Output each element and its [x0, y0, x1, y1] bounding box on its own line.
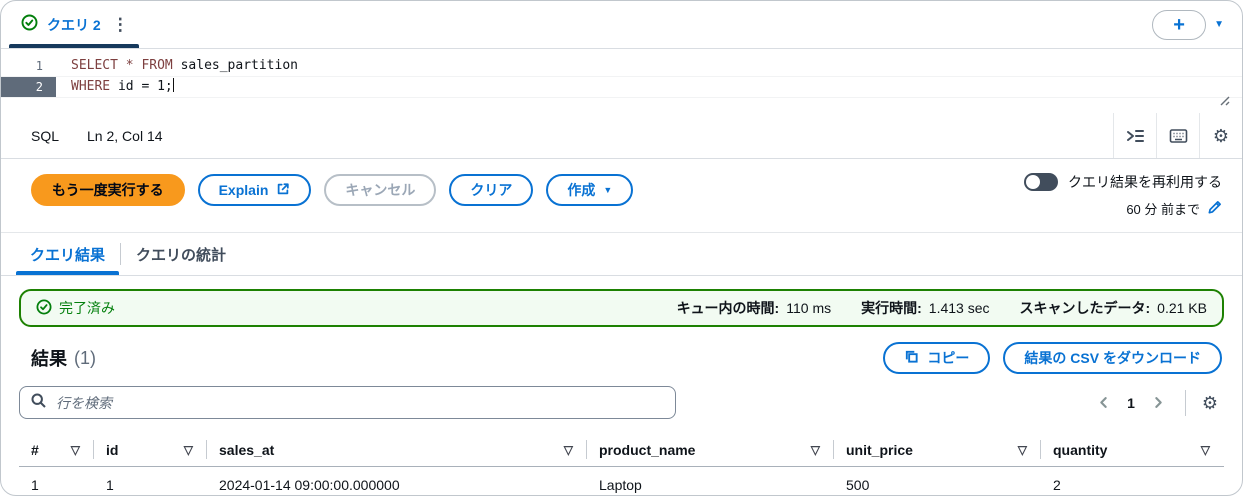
editor-line-1[interactable]: 1 SELECT * FROM sales_partition	[1, 56, 1242, 77]
tab-query-results[interactable]: クエリ結果	[15, 233, 120, 275]
editor-status-bar: SQL Ln 2, Col 14 ⚙	[1, 113, 1242, 159]
copy-icon	[904, 349, 919, 367]
success-check-icon	[36, 299, 52, 318]
cell-quantity: 2	[1053, 477, 1061, 493]
column-header-product-name: product_name ▽	[587, 433, 834, 466]
search-box	[19, 386, 676, 419]
status-bar-info: SQL Ln 2, Col 14	[1, 113, 163, 158]
download-csv-button[interactable]: 結果の CSV をダウンロード	[1003, 342, 1222, 374]
clear-button[interactable]: クリア	[449, 174, 534, 206]
reuse-duration-label: 60 分 前まで	[1126, 202, 1200, 217]
active-tab-underline	[9, 44, 139, 48]
column-header-quantity: quantity ▽	[1053, 441, 1210, 458]
table-header-row: # ▽ id ▽ sales_at ▽ product_name ▽ unit_pric…	[19, 433, 1224, 467]
tab-list-caret-icon[interactable]: ▼	[1214, 19, 1224, 30]
toggle-knob	[1026, 175, 1040, 189]
line-number: 1	[35, 59, 43, 73]
add-query-tab-button[interactable]: +	[1152, 9, 1207, 40]
status-text: 完了済み	[59, 300, 115, 316]
query-actions-row: もう一度実行する Explain キャンセル クリア 作成 ▼ クエリ結果を再利用…	[1, 159, 1242, 233]
chevron-down-icon: ▼	[603, 184, 613, 195]
cursor-position-label: Ln 2, Col 14	[87, 127, 163, 144]
action-buttons: もう一度実行する Explain キャンセル クリア 作成 ▼	[31, 174, 634, 206]
athena-query-panel: クエリ 2 ⋮ + ▼ 1 SELECT * FROM sales_partit…	[0, 0, 1243, 496]
tab-bar-controls: + ▼	[1152, 9, 1242, 40]
reuse-results-toggle[interactable]	[1024, 173, 1058, 191]
next-page-icon[interactable]	[1144, 392, 1173, 413]
divider	[1184, 389, 1186, 416]
column-header-id: id ▽	[94, 433, 207, 466]
results-buttons: コピー 結果の CSV をダウンロード	[883, 342, 1222, 374]
current-page-number[interactable]: 1	[1118, 395, 1144, 411]
results-tab-bar: クエリ結果 クエリの統計	[1, 233, 1242, 276]
results-count: (1)	[74, 347, 96, 368]
line-number-active: 2	[1, 77, 56, 97]
previous-page-icon[interactable]	[1089, 392, 1118, 413]
cell-product-name: Laptop	[599, 477, 642, 493]
reuse-results-label: クエリ結果を再利用する	[1068, 174, 1222, 190]
external-link-icon	[276, 182, 290, 199]
results-title: 結果	[31, 349, 67, 369]
cancel-button[interactable]: キャンセル	[324, 174, 437, 206]
cell-unit-price: 500	[846, 477, 870, 493]
editor-line-2[interactable]: 2 WHERE id = 1;	[1, 77, 1242, 98]
keyboard-shortcuts-icon[interactable]	[1157, 113, 1199, 158]
query-tab-label: クエリ 2	[47, 16, 101, 33]
query-success-icon	[21, 14, 38, 36]
editor-language-label: SQL	[31, 127, 60, 144]
search-rows-input[interactable]	[54, 393, 664, 412]
tab-query-stats[interactable]: クエリの統計	[121, 233, 241, 275]
cell-id: 1	[106, 477, 114, 493]
reuse-results-block: クエリ結果を再利用する 60 分 前まで	[1024, 172, 1222, 218]
filter-icon[interactable]: ▽	[71, 444, 80, 456]
table-row[interactable]: 1 1 2024-01-14 09:00:00.000000 Laptop 50…	[19, 467, 1224, 495]
column-header-index: # ▽	[19, 433, 94, 466]
filter-icon[interactable]: ▽	[811, 444, 820, 456]
code-line-content: SELECT * FROM sales_partition	[71, 58, 298, 73]
status-bar-tools: ⚙	[1113, 113, 1242, 158]
column-header-sales-at: sales_at ▽	[207, 433, 587, 466]
query-stats: キュー内の時間: 110 ms 実行時間: 1.413 sec スキャンしたデータ:…	[677, 298, 1207, 318]
stat-queue-time: キュー内の時間: 110 ms	[676, 300, 832, 316]
explain-button[interactable]: Explain	[197, 174, 312, 206]
code-line-content: WHERE id = 1;	[71, 78, 174, 94]
edit-pencil-icon[interactable]	[1207, 200, 1222, 218]
filter-icon[interactable]: ▽	[1018, 444, 1027, 456]
filter-icon[interactable]: ▽	[1201, 444, 1210, 456]
copy-button[interactable]: コピー	[883, 342, 991, 374]
editor-settings-gear-icon[interactable]: ⚙	[1200, 113, 1242, 158]
stat-data-scanned: スキャンしたデータ: 0.21 KB	[1019, 300, 1208, 316]
search-icon	[31, 393, 46, 413]
results-table: # ▽ id ▽ sales_at ▽ product_name ▽ unit_pric…	[1, 429, 1242, 495]
tab-options-kebab-icon[interactable]: ⋮	[110, 16, 131, 33]
pagination: 1 ⚙	[1089, 389, 1222, 416]
create-button[interactable]: 作成 ▼	[546, 174, 634, 206]
text-cursor	[172, 78, 174, 92]
tab-query-2[interactable]: クエリ 2 ⋮	[1, 1, 145, 48]
run-again-button[interactable]: もう一度実行する	[31, 174, 185, 206]
sql-editor[interactable]: 1 SELECT * FROM sales_partition 2 WHERE …	[1, 49, 1242, 113]
filter-icon[interactable]: ▽	[564, 444, 573, 456]
status-complete: 完了済み	[36, 298, 115, 318]
cell-index: 1	[31, 477, 39, 493]
search-row: 1 ⚙	[1, 382, 1242, 429]
query-status-banner: 完了済み キュー内の時間: 110 ms 実行時間: 1.413 sec スキャンし…	[19, 289, 1224, 327]
query-tab-bar: クエリ 2 ⋮ + ▼	[1, 1, 1242, 49]
editor-resize-handle[interactable]	[1216, 92, 1230, 111]
stat-run-time: 実行時間: 1.413 sec	[861, 300, 990, 316]
cell-sales-at: 2024-01-14 09:00:00.000000	[219, 477, 400, 493]
filter-icon[interactable]: ▽	[184, 444, 193, 456]
column-header-unit-price: unit_price ▽	[834, 433, 1041, 466]
plus-icon: +	[1173, 13, 1185, 36]
table-preferences-gear-icon[interactable]: ⚙	[1198, 392, 1222, 414]
results-header: 結果 (1) コピー 結果の CSV をダウンロード	[1, 327, 1242, 382]
format-query-icon[interactable]	[1114, 113, 1156, 158]
